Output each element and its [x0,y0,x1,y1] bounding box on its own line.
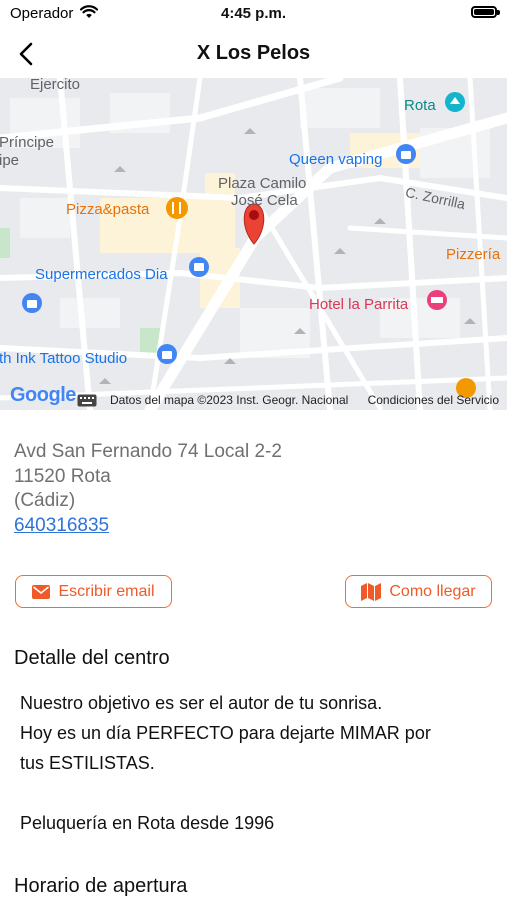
details-heading: Detalle del centro [14,647,170,669]
map-label-pizzeria: Pizzería [446,246,501,263]
description-line: Nuestro objetivo es ser el autor de tu s… [20,693,383,713]
address-line-province: (Cádiz) [14,490,76,511]
directions-button-label: Como llegar [389,582,476,600]
clock: 4:45 p.m. [220,5,287,22]
address-line-street: Avd San Fernando 74 Local 2-2 [14,441,282,462]
map-label-principe: Príncipe [0,134,55,151]
location-map[interactable]: Ejercito Príncipe ipe Rota Queen vaping … [0,78,507,410]
map-footer: Google Datos del mapa ©2023 Inst. Geogr.… [0,384,507,410]
page-title: X Los Pelos [196,42,311,64]
directions-button[interactable]: Como llegar [345,575,492,608]
battery-icon [471,6,500,18]
map-label-pizza-pasta: Pizza&pasta [66,201,150,218]
map-label-principe-2: ipe [0,152,20,169]
description-line: Peluquería en Rota desde 1996 [20,813,275,833]
mail-icon [32,584,51,599]
description-line: tus ESTILISTAS. [20,753,155,773]
map-label-ejercito: Ejercito [30,78,81,93]
keyboard-icon[interactable] [77,394,97,407]
map-icon [361,582,382,601]
google-logo: Google [10,384,76,406]
map-label-supermercados: Supermercados Dia [35,266,168,283]
map-label-plaza-2: José Cela [231,192,298,209]
address-line-city: 11520 Rota [14,465,111,487]
details-description: Nuestro objetivo es ser el autor de tu s… [20,688,490,838]
map-attribution: Datos del mapa ©2023 Inst. Geogr. Nacion… [110,393,349,407]
phone-link[interactable]: 640316835 [14,514,282,539]
map-label-plaza: Plaza Camilo [218,175,307,192]
email-button[interactable]: Escribir email [15,575,172,608]
status-bar: Operador 4:45 p.m. [0,0,507,30]
description-line: Hoy es un día PERFECTO para dejarte MIMA… [20,723,431,743]
navigation-bar: X Los Pelos [0,30,507,78]
map-terms-link[interactable]: Condiciones del Servicio [368,393,499,407]
opening-hours-heading: Horario de apertura [14,875,188,897]
email-button-label: Escribir email [58,582,155,600]
map-label-queen-vaping: Queen vaping [289,151,383,168]
map-label-rota: Rota [404,97,436,114]
map-label-tattoo: th Ink Tattoo Studio [0,350,128,367]
map-label-hotel: Hotel la Parrita [309,296,409,313]
address-block: Avd San Fernando 74 Local 2-2 11520 Rota… [14,440,282,538]
